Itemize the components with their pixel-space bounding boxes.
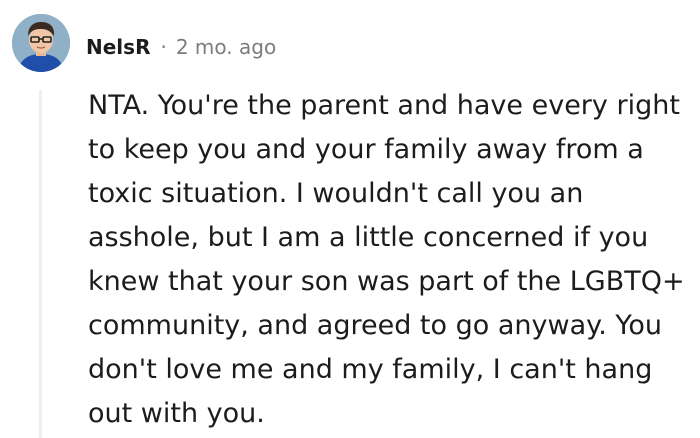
- thread-collapse-line[interactable]: [39, 90, 42, 438]
- comment: NelsR · 2 mo. ago NTA. You're the parent…: [0, 0, 700, 438]
- comment-meta: NelsR · 2 mo. ago: [86, 31, 276, 63]
- meta-separator: ·: [160, 35, 167, 59]
- comment-body: NTA. You're the parent and have every ri…: [88, 90, 685, 429]
- timestamp-link[interactable]: 2 mo. ago: [176, 35, 276, 59]
- user-avatar[interactable]: [12, 14, 70, 72]
- username-link[interactable]: NelsR: [86, 35, 150, 59]
- avatar-image: [12, 14, 70, 72]
